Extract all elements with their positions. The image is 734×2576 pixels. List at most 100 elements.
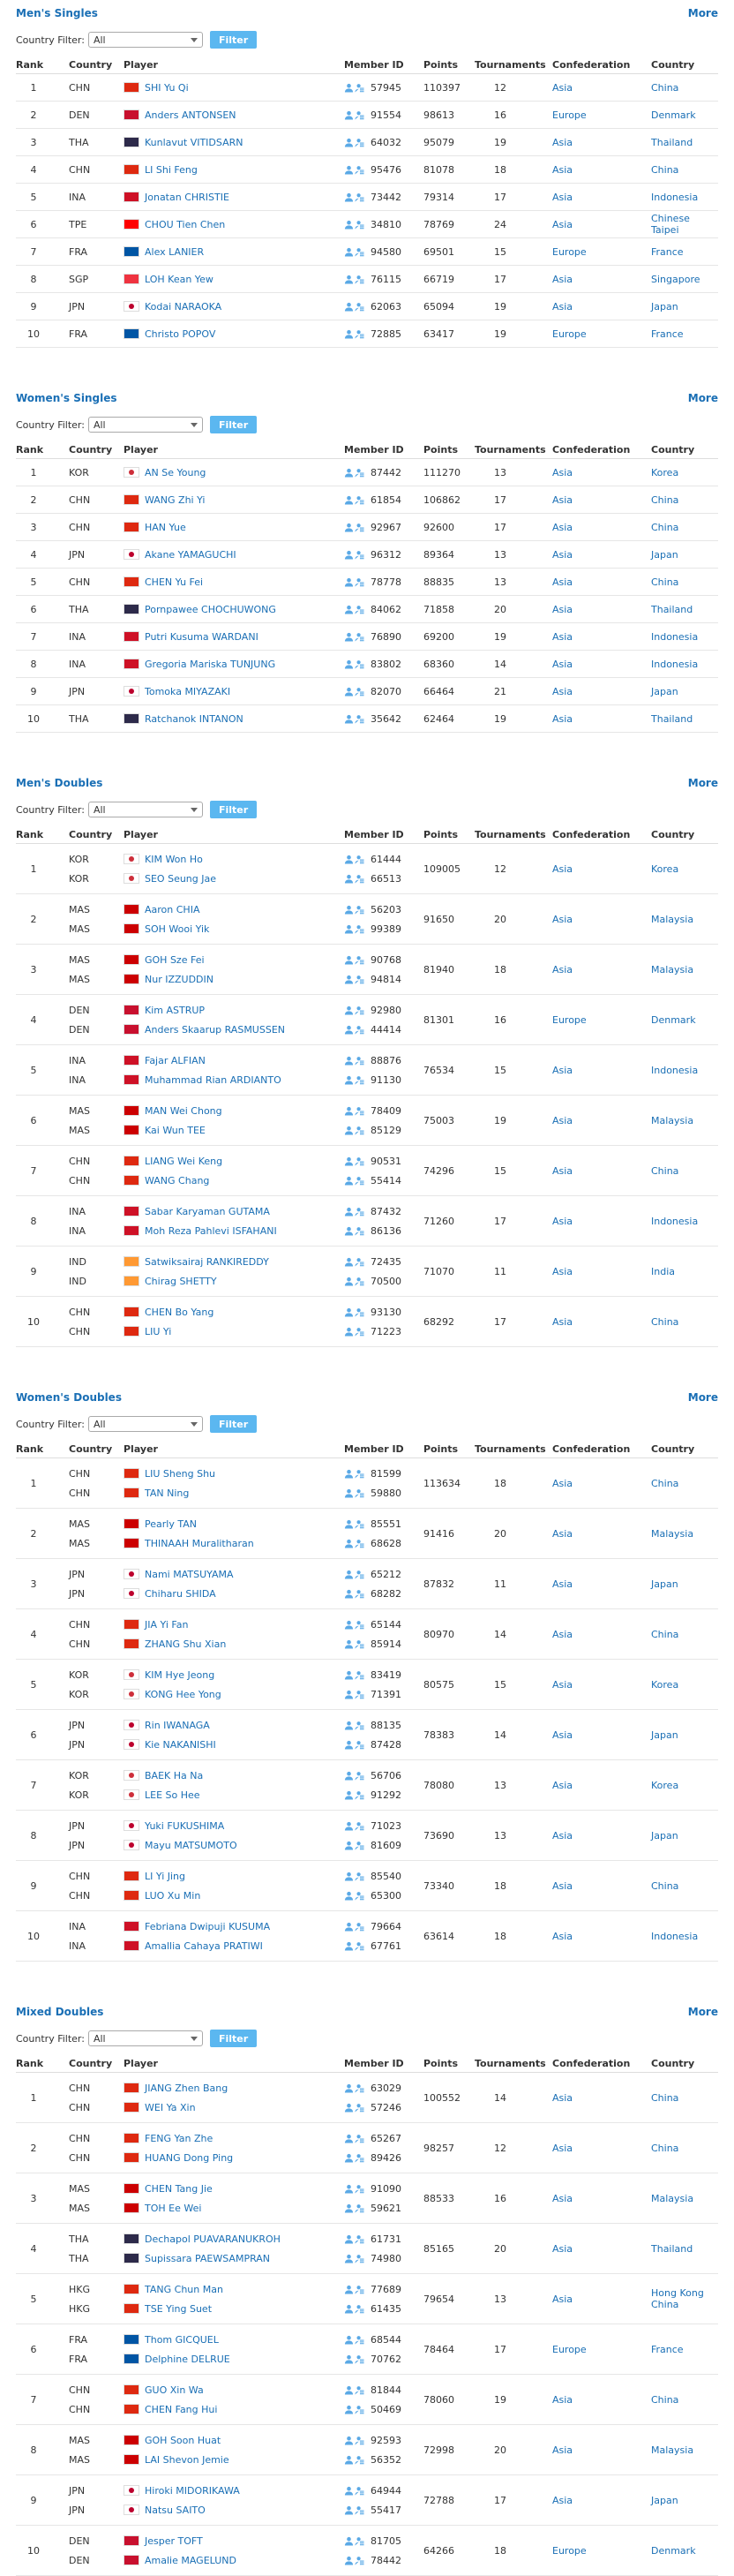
profile-icons[interactable] — [344, 874, 365, 884]
country-link[interactable]: Indonesia — [651, 1195, 718, 1247]
user-profile-icon[interactable] — [344, 138, 354, 147]
user-profile-icon[interactable] — [344, 1539, 354, 1548]
more-link[interactable]: More — [688, 777, 723, 789]
user-details-icon[interactable] — [355, 2436, 364, 2445]
confederation-link[interactable]: Asia — [552, 595, 651, 623]
profile-icons[interactable] — [344, 855, 365, 864]
confederation-link[interactable]: Asia — [552, 1759, 651, 1811]
user-details-icon[interactable] — [355, 1106, 364, 1116]
user-details-icon[interactable] — [355, 1277, 364, 1286]
user-details-icon[interactable] — [355, 924, 364, 934]
user-profile-icon[interactable] — [344, 1841, 354, 1850]
country-link[interactable]: Indonesia — [651, 1910, 718, 1962]
user-profile-icon[interactable] — [344, 247, 354, 257]
profile-icons[interactable] — [344, 1891, 365, 1901]
user-details-icon[interactable] — [355, 1941, 364, 1951]
filter-button[interactable]: Filter — [209, 801, 258, 818]
player-name-link[interactable]: TOH Ee Wei — [145, 2203, 201, 2214]
user-details-icon[interactable] — [355, 2405, 364, 2414]
confederation-link[interactable]: Asia — [552, 2122, 651, 2173]
user-profile-icon[interactable] — [344, 1307, 354, 1317]
user-profile-icon[interactable] — [344, 1488, 354, 1498]
profile-icons[interactable] — [344, 1307, 365, 1317]
player-name-link[interactable]: Christo POPOV — [145, 328, 215, 340]
player-name-link[interactable]: GOH Soon Huat — [145, 2435, 221, 2446]
player-name-link[interactable]: Sabar Karyaman GUTAMA — [145, 1206, 270, 1217]
profile-icons[interactable] — [344, 1106, 365, 1116]
player-name-link[interactable]: Hiroki MIDORIKAWA — [145, 2485, 240, 2497]
player-name-link[interactable]: Amallia Cahaya PRATIWI — [145, 1940, 263, 1952]
player-name-link[interactable]: ZHANG Shu Xian — [145, 1638, 226, 1650]
confederation-link[interactable]: Asia — [552, 622, 651, 651]
user-details-icon[interactable] — [355, 1589, 364, 1599]
profile-icons[interactable] — [344, 1519, 365, 1529]
user-profile-icon[interactable] — [344, 2083, 354, 2093]
user-profile-icon[interactable] — [344, 1740, 354, 1750]
user-profile-icon[interactable] — [344, 1589, 354, 1599]
user-details-icon[interactable] — [355, 1872, 364, 1881]
country-link[interactable]: Korea — [651, 1759, 718, 1811]
country-link[interactable]: China — [651, 2374, 718, 2425]
player-name-link[interactable]: WEI Ya Xin — [145, 2102, 196, 2113]
profile-icons[interactable] — [344, 632, 365, 642]
country-filter-select[interactable]: All — [87, 2030, 203, 2046]
confederation-link[interactable]: Asia — [552, 128, 651, 156]
user-profile-icon[interactable] — [344, 329, 354, 339]
confederation-link[interactable]: Asia — [552, 1508, 651, 1559]
user-profile-icon[interactable] — [344, 714, 354, 724]
user-details-icon[interactable] — [355, 138, 364, 147]
user-profile-icon[interactable] — [344, 2486, 354, 2496]
player-name-link[interactable]: Amalie MAGELUND — [145, 2555, 236, 2566]
profile-icons[interactable] — [344, 329, 365, 339]
country-link[interactable]: Japan — [651, 292, 718, 320]
player-name-link[interactable]: KIM Won Ho — [145, 854, 203, 865]
player-name-link[interactable]: AN Se Young — [145, 467, 206, 478]
confederation-link[interactable]: Asia — [552, 650, 651, 678]
country-filter-select[interactable]: All — [87, 802, 203, 817]
user-details-icon[interactable] — [355, 2184, 364, 2194]
country-link[interactable]: India — [651, 1246, 718, 1297]
country-link[interactable]: Malaysia — [651, 893, 718, 945]
country-link[interactable]: Hong Kong China — [651, 2273, 718, 2324]
user-details-icon[interactable] — [355, 1821, 364, 1831]
user-details-icon[interactable] — [355, 855, 364, 864]
user-details-icon[interactable] — [355, 83, 364, 93]
confederation-link[interactable]: Asia — [552, 513, 651, 541]
user-profile-icon[interactable] — [344, 1620, 354, 1630]
player-name-link[interactable]: KIM Hye Jeong — [145, 1669, 214, 1681]
country-filter-select[interactable]: All — [87, 1416, 203, 1432]
confederation-link[interactable]: Asia — [552, 2474, 651, 2526]
country-link[interactable]: China — [651, 513, 718, 541]
user-details-icon[interactable] — [355, 1257, 364, 1267]
user-details-icon[interactable] — [355, 1025, 364, 1035]
confederation-link[interactable]: Asia — [552, 1860, 651, 1911]
country-link[interactable]: China — [651, 1457, 718, 1509]
profile-icons[interactable] — [344, 2354, 365, 2364]
profile-icons[interactable] — [344, 1639, 365, 1649]
profile-icons[interactable] — [344, 1740, 365, 1750]
user-profile-icon[interactable] — [344, 2285, 354, 2294]
user-details-icon[interactable] — [355, 955, 364, 965]
confederation-link[interactable]: Asia — [552, 2173, 651, 2224]
confederation-link[interactable]: Asia — [552, 1246, 651, 1297]
player-name-link[interactable]: JIANG Zhen Bang — [145, 2083, 228, 2094]
user-profile-icon[interactable] — [344, 2203, 354, 2213]
confederation-link[interactable]: Asia — [552, 944, 651, 995]
country-link[interactable]: Japan — [651, 1810, 718, 1861]
profile-icons[interactable] — [344, 1539, 365, 1548]
profile-icons[interactable] — [344, 138, 365, 147]
profile-icons[interactable] — [344, 2103, 365, 2113]
country-filter-select[interactable]: All — [87, 417, 203, 433]
user-profile-icon[interactable] — [344, 687, 354, 697]
confederation-link[interactable]: Europe — [552, 994, 651, 1045]
profile-icons[interactable] — [344, 495, 365, 505]
player-name-link[interactable]: Akane YAMAGUCHI — [145, 549, 236, 561]
profile-icons[interactable] — [344, 714, 365, 724]
profile-icons[interactable] — [344, 2486, 365, 2496]
user-profile-icon[interactable] — [344, 2436, 354, 2445]
user-details-icon[interactable] — [355, 2254, 364, 2263]
user-details-icon[interactable] — [355, 110, 364, 120]
country-link[interactable]: Korea — [651, 458, 718, 486]
confederation-link[interactable]: Asia — [552, 1296, 651, 1347]
profile-icons[interactable] — [344, 2153, 365, 2163]
